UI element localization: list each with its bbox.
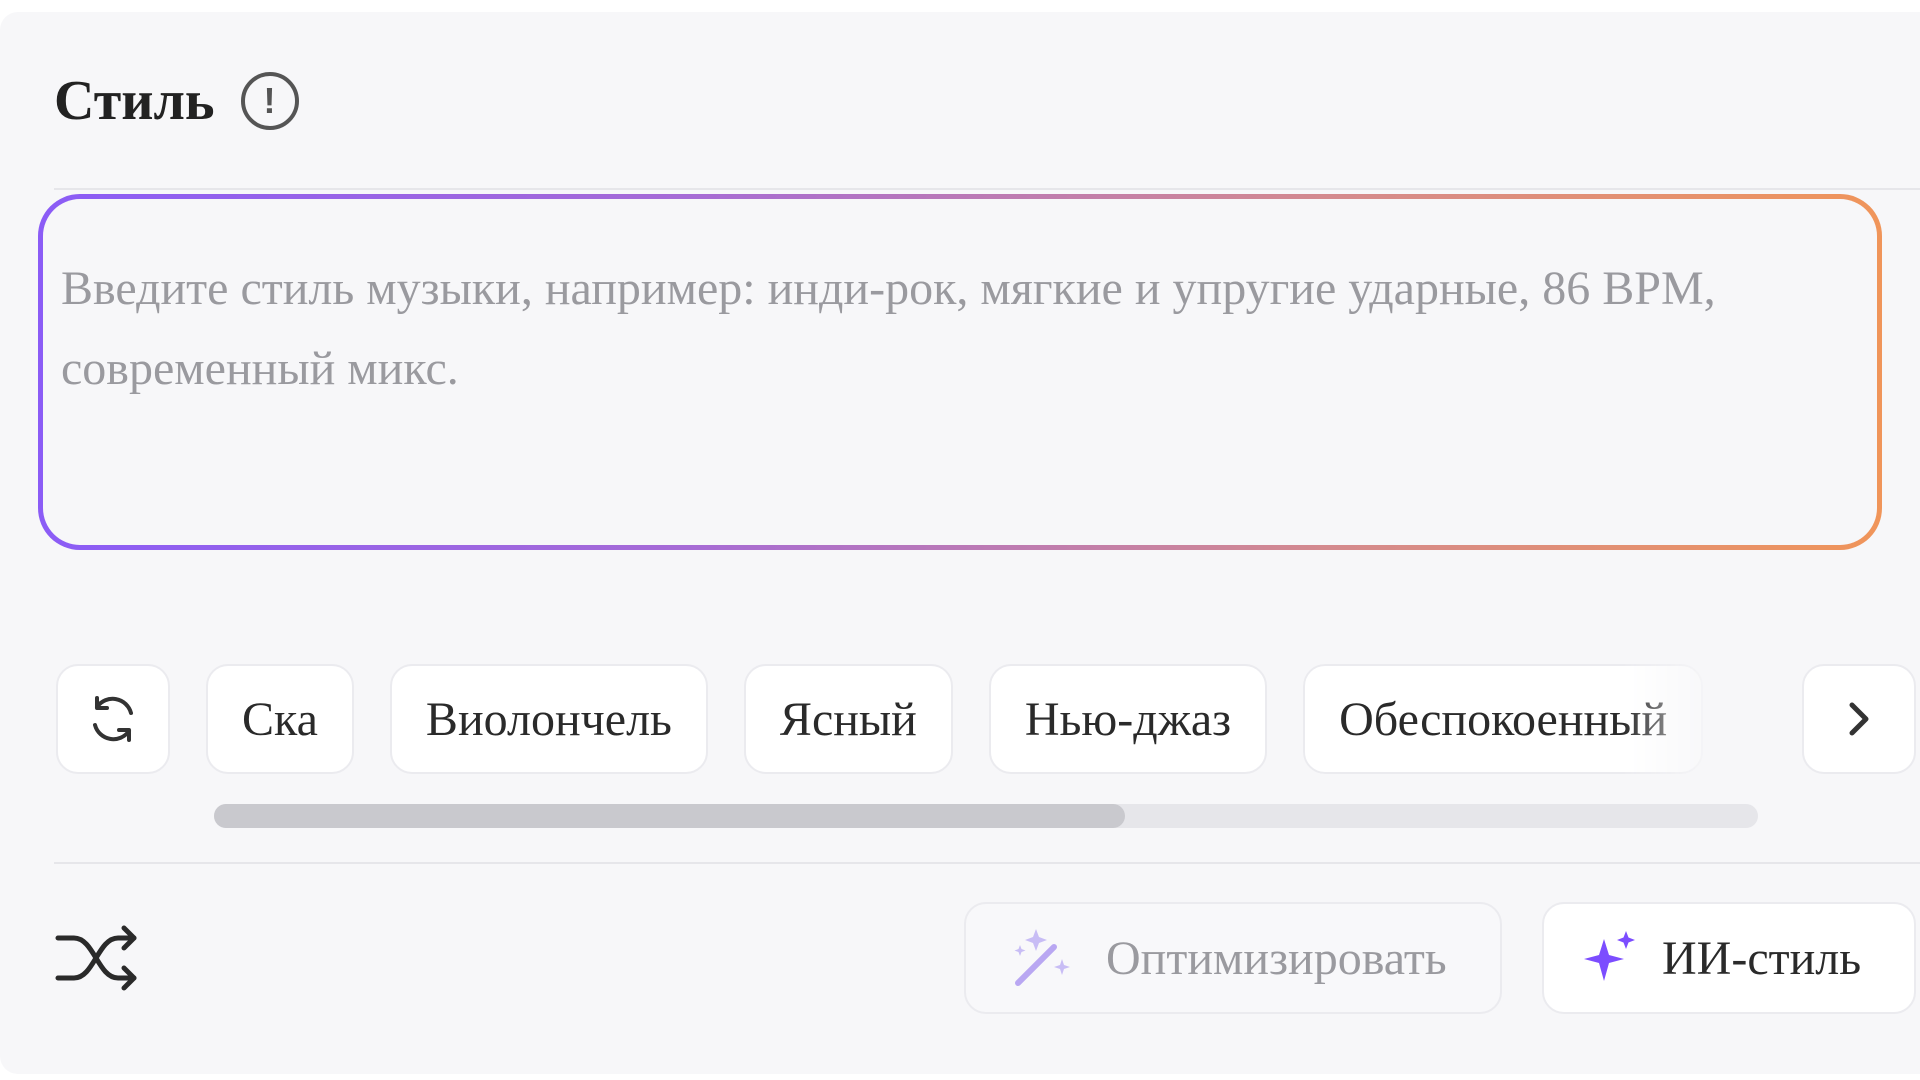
refresh-tags-button[interactable] — [56, 664, 170, 774]
tag-chip[interactable]: Нью-джаз — [988, 664, 1268, 774]
tags-next-button[interactable] — [1802, 664, 1916, 774]
tag-chip[interactable]: Ска — [206, 664, 354, 774]
tag-suggestions: Ска Виолончель Ясный Нью-джаз Обеспокоен… — [56, 664, 1704, 774]
shuffle-icon[interactable] — [54, 920, 144, 996]
tag-chip[interactable]: Виолончель — [389, 664, 708, 774]
style-input-border — [38, 194, 1882, 550]
optimize-button[interactable]: Оптимизировать — [964, 902, 1502, 1014]
tag-chip[interactable]: Обеспокоенный — [1303, 664, 1704, 774]
ai-style-button[interactable]: ИИ-стиль — [1542, 902, 1916, 1014]
style-input[interactable] — [61, 249, 1859, 499]
divider — [54, 862, 1920, 864]
info-icon[interactable]: ! — [240, 72, 299, 130]
tags-scrollbar[interactable] — [214, 804, 1758, 828]
sparkle-icon — [1584, 931, 1635, 981]
divider — [54, 188, 1920, 190]
chevron-right-icon — [1849, 702, 1869, 736]
optimize-label: Оптимизировать — [1106, 931, 1447, 985]
tag-chip[interactable]: Ясный — [743, 664, 953, 774]
style-input-container — [43, 199, 1877, 545]
style-panel: Стиль ! Ска Виолончель Ясный Нью-джаз Об… — [0, 12, 1920, 1074]
ai-style-label: ИИ-стиль — [1662, 931, 1862, 985]
section-title: Стиль — [54, 70, 215, 132]
tags-scrollbar-thumb[interactable] — [214, 804, 1125, 828]
refresh-icon — [93, 696, 133, 742]
magic-wand-icon — [1014, 929, 1070, 986]
style-header: Стиль ! — [54, 72, 299, 130]
